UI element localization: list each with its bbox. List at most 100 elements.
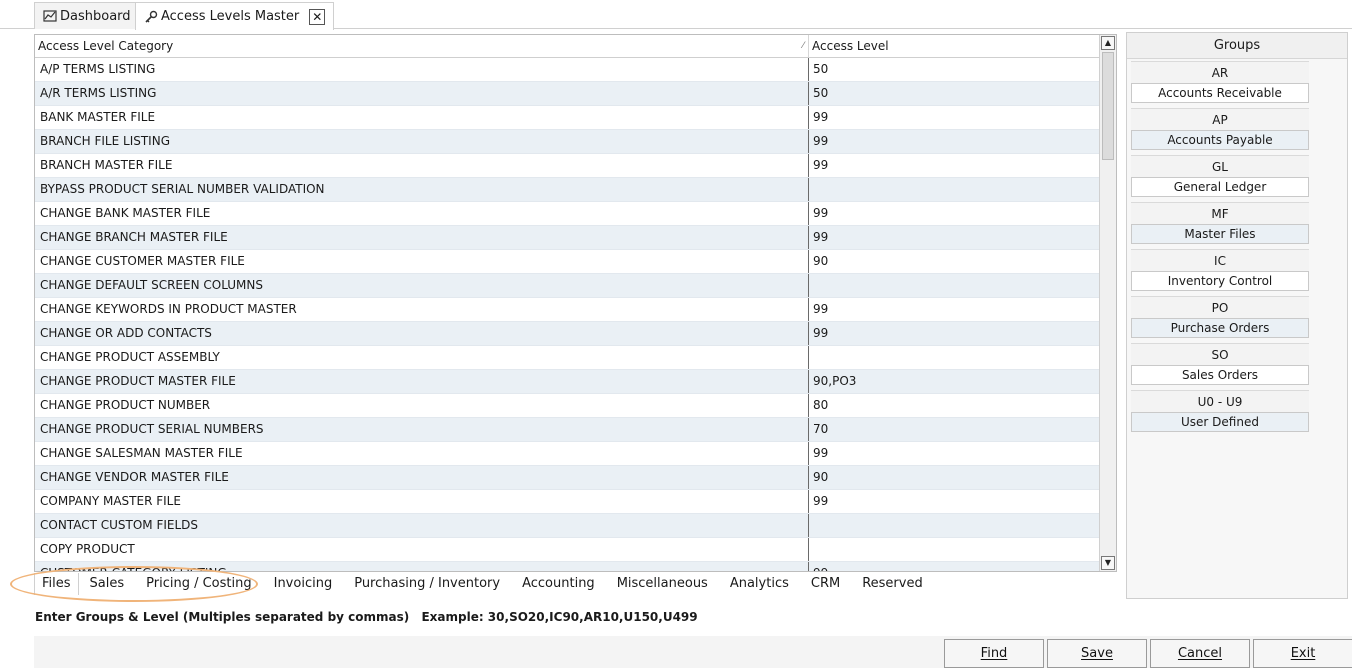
scroll-down-button[interactable]: ▼ — [1101, 556, 1115, 570]
group-code: PO — [1131, 296, 1309, 318]
save-button[interactable]: Save — [1047, 639, 1147, 668]
category-cell: CUSTOMER CATEGORY LISTING — [35, 562, 809, 571]
tab-reserved[interactable]: Reserved — [851, 573, 934, 595]
tab-dashboard-label: Dashboard — [60, 8, 131, 24]
level-cell[interactable]: 50 — [809, 58, 1099, 81]
tab-purchasing-inventory[interactable]: Purchasing / Inventory — [343, 573, 511, 595]
table-row[interactable]: CHANGE PRODUCT NUMBER 80 — [35, 394, 1100, 418]
level-cell[interactable]: 99 — [809, 202, 1099, 225]
level-cell[interactable]: 80 — [809, 394, 1099, 417]
hint-example: Example: 30,SO20,IC90,AR10,U150,U499 — [421, 610, 698, 624]
level-cell[interactable]: 99 — [809, 490, 1099, 513]
group-code: AP — [1131, 108, 1309, 130]
level-cell[interactable]: 99 — [809, 130, 1099, 153]
level-cell[interactable]: 99 — [809, 106, 1099, 129]
tab-pricing-costing[interactable]: Pricing / Costing — [135, 573, 262, 595]
grid-rows: A/P TERMS LISTING 50 A/R TERMS LISTING 50 BA… — [35, 58, 1100, 571]
table-row[interactable]: CHANGE PRODUCT SERIAL NUMBERS 70 — [35, 418, 1100, 442]
category-cell: COPY PRODUCT — [35, 538, 809, 561]
table-row[interactable]: CHANGE PRODUCT MASTER FILE 90,PO3 — [35, 370, 1100, 394]
table-row[interactable]: COPY PRODUCT — [35, 538, 1100, 562]
table-row[interactable]: A/R TERMS LISTING 50 — [35, 82, 1100, 106]
tab-accounting[interactable]: Accounting — [511, 573, 606, 595]
level-cell[interactable]: 90,PO3 — [809, 370, 1099, 393]
table-row[interactable]: CHANGE OR ADD CONTACTS 99 — [35, 322, 1100, 346]
level-cell[interactable] — [809, 538, 1099, 561]
level-cell[interactable] — [809, 178, 1099, 201]
tab-dashboard[interactable]: Dashboard — [34, 2, 140, 29]
level-cell[interactable]: 90 — [809, 250, 1099, 273]
column-header-category[interactable]: Access Level Category ⁄ — [35, 35, 809, 58]
category-cell: CHANGE DEFAULT SCREEN COLUMNS — [35, 274, 809, 297]
category-cell: CONTACT CUSTOM FIELDS — [35, 514, 809, 537]
level-cell[interactable]: 99 — [809, 562, 1099, 571]
table-row[interactable]: A/P TERMS LISTING 50 — [35, 58, 1100, 82]
table-row[interactable]: CHANGE SALESMAN MASTER FILE 99 — [35, 442, 1100, 466]
level-cell[interactable]: 99 — [809, 226, 1099, 249]
group-description: General Ledger — [1131, 177, 1309, 197]
cancel-button[interactable]: Cancel — [1150, 639, 1250, 668]
level-cell[interactable]: 90 — [809, 466, 1099, 489]
column-header-level[interactable]: Access Level — [809, 35, 1099, 58]
level-cell[interactable] — [809, 274, 1099, 297]
tab-miscellaneous[interactable]: Miscellaneous — [606, 573, 719, 595]
table-row[interactable]: BYPASS PRODUCT SERIAL NUMBER VALIDATION — [35, 178, 1100, 202]
table-row[interactable]: CHANGE BRANCH MASTER FILE 99 — [35, 226, 1100, 250]
table-row[interactable]: CHANGE DEFAULT SCREEN COLUMNS — [35, 274, 1100, 298]
group-code: GL — [1131, 155, 1309, 177]
level-cell[interactable] — [809, 346, 1099, 369]
category-cell: CHANGE SALESMAN MASTER FILE — [35, 442, 809, 465]
table-row[interactable]: CHANGE CUSTOMER MASTER FILE 90 — [35, 250, 1100, 274]
table-row[interactable]: BRANCH FILE LISTING 99 — [35, 130, 1100, 154]
level-cell[interactable] — [809, 514, 1099, 537]
category-cell: CHANGE CUSTOMER MASTER FILE — [35, 250, 809, 273]
group-description: Accounts Payable — [1131, 130, 1309, 150]
table-row[interactable]: BANK MASTER FILE 99 — [35, 106, 1100, 130]
tab-invoicing[interactable]: Invoicing — [263, 573, 344, 595]
table-row[interactable]: CHANGE PRODUCT ASSEMBLY — [35, 346, 1100, 370]
access-level-grid[interactable]: Access Level Category ⁄ Access Level A/P… — [34, 34, 1117, 572]
tab-sales[interactable]: Sales — [79, 573, 136, 595]
level-cell[interactable]: 50 — [809, 82, 1099, 105]
hint-text: Enter Groups & Level (Multiples separate… — [35, 610, 410, 624]
exit-button[interactable]: Exit — [1253, 639, 1352, 668]
sort-icon: ⁄ — [802, 41, 804, 51]
level-cell[interactable]: 70 — [809, 418, 1099, 441]
category-cell: CHANGE PRODUCT MASTER FILE — [35, 370, 809, 393]
groups-panel: Groups AR Accounts Receivable AP Accounts P… — [1126, 32, 1348, 599]
table-row[interactable]: BRANCH MASTER FILE 99 — [35, 154, 1100, 178]
groups-title: Groups — [1127, 33, 1347, 59]
category-cell: A/R TERMS LISTING — [35, 82, 809, 105]
find-button[interactable]: Find — [944, 639, 1044, 668]
category-cell: CHANGE BANK MASTER FILE — [35, 202, 809, 225]
tab-access-levels-master[interactable]: Access Levels Master ✕ — [135, 2, 335, 30]
level-cell[interactable]: 99 — [809, 322, 1099, 345]
group-code: SO — [1131, 343, 1309, 365]
table-row[interactable]: COMPANY MASTER FILE 99 — [35, 490, 1100, 514]
table-row[interactable]: CHANGE VENDOR MASTER FILE 90 — [35, 466, 1100, 490]
chart-icon — [43, 10, 57, 22]
level-cell[interactable]: 99 — [809, 298, 1099, 321]
level-cell[interactable]: 99 — [809, 442, 1099, 465]
scroll-thumb[interactable] — [1102, 52, 1114, 160]
entry-hint: Enter Groups & Level (Multiples separate… — [35, 610, 698, 624]
category-cell: CHANGE VENDOR MASTER FILE — [35, 466, 809, 489]
tab-analytics[interactable]: Analytics — [719, 573, 800, 595]
tab-files[interactable]: Files — [34, 573, 79, 595]
close-tab-button[interactable]: ✕ — [309, 8, 326, 25]
tab-access-levels-master-label: Access Levels Master — [161, 9, 300, 24]
scroll-up-button[interactable]: ▲ — [1101, 36, 1115, 50]
table-row[interactable]: CONTACT CUSTOM FIELDS — [35, 514, 1100, 538]
table-row[interactable]: CHANGE BANK MASTER FILE 99 — [35, 202, 1100, 226]
vertical-scrollbar[interactable]: ▲ ▼ — [1099, 35, 1116, 571]
table-row[interactable]: CUSTOMER CATEGORY LISTING99 — [35, 562, 1100, 571]
tab-crm[interactable]: CRM — [800, 573, 851, 595]
category-cell: CHANGE PRODUCT NUMBER — [35, 394, 809, 417]
key-icon — [145, 10, 158, 23]
table-row[interactable]: CHANGE KEYWORDS IN PRODUCT MASTER 99 — [35, 298, 1100, 322]
group-code: AR — [1131, 61, 1309, 83]
category-cell: BRANCH FILE LISTING — [35, 130, 809, 153]
level-cell[interactable]: 99 — [809, 154, 1099, 177]
category-tab-bar: Files Sales Pricing / Costing Invoicing Purc… — [34, 573, 934, 595]
category-cell: BANK MASTER FILE — [35, 106, 809, 129]
